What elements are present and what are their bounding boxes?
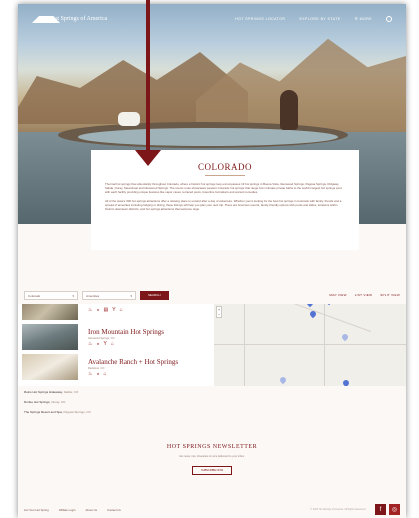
listing-location: Glenwood Springs, CO — [88, 337, 115, 340]
amenities-select[interactable]: Amenities ▾ — [82, 290, 136, 300]
map-pin[interactable] — [326, 304, 332, 306]
lodging-icon: ⌂ — [103, 371, 107, 377]
map-pin[interactable] — [307, 304, 313, 308]
state-select[interactable]: Colorado ▾ — [24, 290, 78, 300]
other-spring-name[interactable]: Durfee Hot Springs, — [24, 400, 50, 404]
list-item[interactable]: Ruins Hot Springs Hideaway, Salida, CO — [24, 390, 224, 394]
lodging-icon: ⌂ — [119, 307, 123, 313]
list-item[interactable]: Iron Mountain Hot Springs Glenwood Sprin… — [22, 324, 210, 350]
annotation-arrow-shaft — [146, 0, 150, 150]
springs-map[interactable]: + − — [214, 304, 406, 386]
map-pin[interactable] — [280, 377, 286, 385]
other-springs-list: Ruins Hot Springs Hideaway, Salida, CO D… — [24, 390, 224, 420]
list-item[interactable]: ♨ ◒ ▤ Y ⌂ — [22, 304, 210, 320]
mountain-logo-icon — [32, 15, 60, 23]
facebook-icon[interactable]: f — [375, 504, 386, 515]
nav-explore-by-state[interactable]: EXPLORE BY STATE — [299, 17, 340, 21]
chevron-down-icon: ▾ — [72, 293, 74, 298]
instagram-icon[interactable]: ◎ — [389, 504, 400, 515]
towel-icon: ◒ — [96, 341, 100, 347]
filter-bar: Colorado ▾ Amenities ▾ SEARCH MAP VIEW L… — [18, 286, 406, 304]
listing-location: Redstone, CO — [88, 367, 105, 370]
cocktail-icon: Y — [103, 341, 107, 347]
intro-paragraph-2: All of the state's 300 hot springs attra… — [105, 198, 342, 212]
footer-link-about-us[interactable]: About Us — [85, 508, 97, 512]
map-pin[interactable] — [342, 334, 348, 342]
pool-icon: ♨ — [88, 371, 93, 377]
amenity-icons: ♨ ◒ ▤ Y ⌂ — [88, 308, 123, 313]
lodging-icon: ⌂ — [110, 341, 114, 347]
amenity-icons: ♨ ◒ Y ⌂ — [88, 342, 114, 347]
cocktail-icon: Y — [112, 307, 116, 313]
split-view-link[interactable]: SPLIT VIEW — [380, 293, 400, 297]
towel-icon: ◒ — [96, 371, 100, 377]
map-view-link[interactable]: MAP VIEW — [329, 293, 346, 297]
footer-link-list-your-hot-spring[interactable]: List Your Hot Spring — [24, 508, 49, 512]
pool-icon: ♨ — [88, 341, 93, 347]
title-divider — [205, 175, 245, 176]
intro-paragraph-1: Thermal hot springs flow abundantly thro… — [105, 182, 343, 195]
nav-more[interactable]: ☰ MORE — [355, 17, 372, 21]
newsletter-title: HOT SPRINGS NEWSLETTER — [166, 444, 258, 450]
list-item[interactable]: Durfee Hot Springs, Ouray, CO — [24, 400, 224, 404]
other-spring-location: Pagosa Springs, CO — [63, 410, 91, 414]
listing-name[interactable]: Iron Mountain Hot Springs — [88, 328, 164, 336]
map-pin[interactable] — [310, 311, 316, 319]
spa-icon: ▤ — [103, 307, 109, 313]
map-zoom-control[interactable]: + − — [216, 306, 222, 318]
top-nav: Hot Springs of America HOT SPRINGS LOCAT… — [18, 4, 406, 34]
other-spring-location: Ouray, CO — [51, 400, 66, 404]
list-item[interactable]: The Springs Resort and Spa, Pagosa Sprin… — [24, 410, 224, 414]
state-intro-card: COLORADO Thermal hot springs flow abunda… — [91, 150, 359, 250]
pool-icon: ♨ — [88, 307, 93, 313]
newsletter-section: HOT SPRINGS NEWSLETTER Get news, tips, i… — [18, 444, 406, 476]
other-spring-name[interactable]: The Springs Resort and Spa, — [24, 410, 63, 414]
list-item[interactable]: Avalanche Ranch + Hot Springs Redstone, … — [22, 354, 210, 380]
footer: List Your Hot Spring Affiliate Login Abo… — [18, 501, 406, 518]
listing-thumbnail[interactable] — [22, 304, 78, 320]
page-frame: Hot Springs of America HOT SPRINGS LOCAT… — [18, 4, 406, 518]
search-icon[interactable] — [386, 16, 392, 22]
other-spring-name[interactable]: Ruins Hot Springs Hideaway, — [24, 390, 63, 394]
map-pin[interactable] — [343, 380, 349, 386]
listing-thumbnail[interactable] — [22, 324, 78, 350]
nav-hot-springs-locator[interactable]: HOT SPRINGS LOCATOR — [235, 17, 285, 21]
annotation-arrow-head — [135, 150, 161, 166]
site-logo[interactable]: Hot Springs of America — [32, 15, 107, 23]
search-button[interactable]: SEARCH — [140, 290, 169, 300]
subscribe-button[interactable]: SUBSCRIBE NOW — [191, 466, 233, 475]
listing-thumbnail[interactable] — [22, 354, 78, 380]
other-spring-location: Salida, CO — [63, 390, 79, 394]
listing-panel: ♨ ◒ ▤ Y ⌂ Iron Mountain Hot Springs Glen… — [18, 304, 214, 386]
listing-name[interactable]: Avalanche Ranch + Hot Springs — [88, 358, 178, 366]
chevron-down-icon: ▾ — [130, 293, 132, 298]
amenity-icons: ♨ ◒ ⌂ — [88, 372, 107, 377]
newsletter-subtitle: Get news, tips, itineraries & more deliv… — [179, 455, 245, 458]
footer-link-affiliate-login[interactable]: Affiliate Login — [59, 508, 76, 512]
copyright-text: © 2024 Hot Springs of America. All Right… — [310, 508, 366, 511]
towel-icon: ◒ — [96, 307, 100, 313]
footer-link-contact-us[interactable]: Contact Us — [107, 508, 121, 512]
list-view-link[interactable]: LIST VIEW — [355, 293, 372, 297]
